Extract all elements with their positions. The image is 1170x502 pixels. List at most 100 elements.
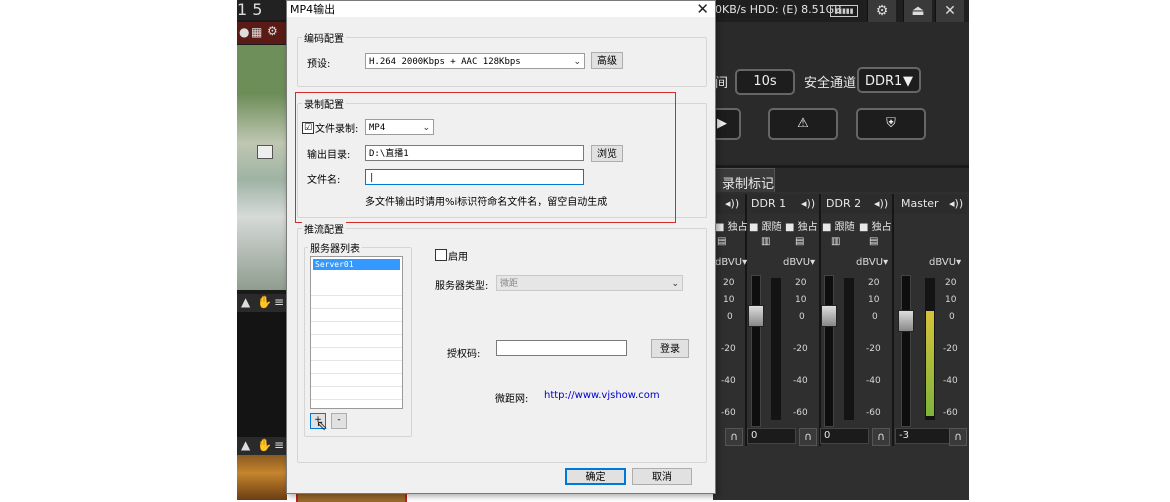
shield-icon: ⛨ [886,116,896,131]
format-select[interactable]: MP4 ⌄ [365,119,434,135]
left-app-titlebar: 1 5 [237,0,287,20]
speaker-icon[interactable]: ◂)) [949,194,963,214]
solo-checkbox[interactable]: ■ 独占 [785,218,818,233]
headphones-icon: ∩ [803,430,813,443]
channel-header-ddr2: DDR 2 ◂)) [822,194,892,214]
channel-value[interactable]: -3 [895,428,950,444]
hand-icon[interactable]: ✋ [257,438,272,452]
list-row-empty [311,297,402,309]
tools-icon[interactable]: ▲ [241,295,250,309]
advanced-button[interactable]: 高级 [591,52,623,69]
solo-checkbox[interactable]: ■ 独占 [715,218,748,233]
list-row-empty [311,323,402,335]
solo-checkbox[interactable]: ■ 独占 [859,218,892,233]
headphones-button[interactable]: ∩ [872,428,890,446]
scale-label: -20 [943,344,958,354]
server-type-select[interactable]: 微距 ⌄ [496,275,683,291]
menu-icon[interactable]: ≡ [274,438,284,452]
delay-select[interactable]: 10s [735,69,795,95]
server-type-value: 微距 [500,279,519,289]
menu-icon[interactable]: ≡ [274,295,284,309]
headphones-button[interactable]: ∩ [799,428,817,446]
channel-value[interactable]: 0 [820,428,869,444]
headphones-button[interactable]: ∩ [949,428,967,446]
headphones-button[interactable]: ∩ [725,428,743,446]
channel-name: DDR 1 [751,197,787,210]
browse-button[interactable]: 浏览 [591,145,623,162]
scale-label: 0 [799,312,805,322]
server-type-label: 服务器类型: [435,281,489,292]
remove-server-button[interactable]: - [331,413,347,429]
record-marker-label: 录制标记 [722,177,775,192]
fader-track [824,275,834,427]
list-item[interactable]: Server01 [313,259,400,270]
site-link[interactable]: http://www.vjshow.com [544,390,660,401]
tools-icon[interactable]: ▲ [241,438,250,452]
follow-label: 跟随 [761,222,782,233]
filename-label: 文件名: [307,175,341,186]
mouse-cursor-icon: ⇖ [316,418,328,434]
scale-label: 0 [872,312,878,322]
auth-code-field[interactable] [496,340,627,356]
speaker-icon[interactable]: ◂)) [874,194,888,214]
enable-checkbox[interactable] [435,249,447,261]
volume-fader[interactable] [821,305,837,327]
server-list[interactable]: Server01 [310,256,403,409]
filename-hint: 多文件输出时请用%i标识符命名文件名，留空自动生成 [365,197,608,208]
shield-button[interactable]: ⛨ [856,108,926,140]
delay-label: 间 [715,76,729,91]
dialog-title: MP4输出 [290,3,336,16]
routing-icon[interactable]: ▤ [869,236,878,247]
solo-label: 独占 [797,222,818,233]
chevron-down-icon: ⌄ [671,279,679,289]
server-list-title: 服务器列表 [308,240,362,255]
follow-checkbox[interactable]: ■ 跟随 [749,218,782,233]
solo-label: 独占 [871,222,892,233]
volume-fader[interactable] [748,305,764,327]
routing-icon[interactable]: ▤ [795,236,804,247]
ok-button[interactable]: 确定 [565,468,626,485]
fader-track [751,275,761,427]
streaming-group-title: 推流配置 [302,221,346,236]
volume-fader[interactable] [898,310,914,332]
preview-controls-top[interactable]: ▲ ✋ ≡ [237,294,287,312]
settings-gear-button[interactable]: ⚙ [867,0,896,22]
eject-button[interactable]: ⏏ [903,0,932,22]
record-icon: ● [239,25,250,39]
safe-channel-select[interactable]: DDR1 ▼ [857,67,921,93]
speaker-icon[interactable]: ◂)) [725,194,739,214]
routing-icon[interactable]: ▥ [761,236,770,247]
routing-icon[interactable]: ▥ [831,236,840,247]
output-dir-field[interactable]: D:\直播1 [365,145,584,161]
login-button[interactable]: 登录 [651,339,689,358]
filename-field[interactable]: | [365,169,584,185]
scale-label: 10 [945,295,957,305]
play-icon: ▶ [717,116,727,131]
left-app-title: 1 5 [237,0,263,19]
cancel-button[interactable]: 取消 [632,468,692,485]
channel-name: DDR 2 [826,197,862,210]
preset-select[interactable]: H.264 2000Kbps + AAC 128Kbps ⌄ [365,53,585,69]
routing-icon[interactable]: ▤ [717,236,726,247]
hand-icon[interactable]: ✋ [257,295,272,309]
delay-value: 10s [753,74,777,89]
speaker-icon[interactable]: ◂)) [801,194,815,214]
list-row-empty [311,310,402,322]
preview-controls-bottom[interactable]: ▲ ✋ ≡ [237,437,287,455]
record-marker-tab[interactable]: 录制标记 [715,168,775,193]
preview-image-top [237,45,287,290]
unit-label: dBVU▾ [856,257,889,268]
warning-button[interactable]: ⚠ [768,108,838,140]
preset-value: H.264 2000Kbps + AAC 128Kbps [369,57,521,67]
scale-label: 20 [795,278,807,288]
site-label: 微距网: [495,394,529,405]
dialog-titlebar[interactable]: MP4输出 ✕ [287,0,715,18]
channel-value[interactable]: 0 [747,428,796,444]
play-button[interactable]: ▶ [713,108,741,140]
file-record-checkbox[interactable]: ☑ [302,122,314,134]
follow-checkbox[interactable]: ■ 跟随 [822,218,855,233]
channel-header: ◂)) [713,194,745,214]
close-icon[interactable]: ✕ [696,0,709,18]
scale-label: 20 [945,278,957,288]
close-app-button[interactable]: ✕ [935,0,964,22]
